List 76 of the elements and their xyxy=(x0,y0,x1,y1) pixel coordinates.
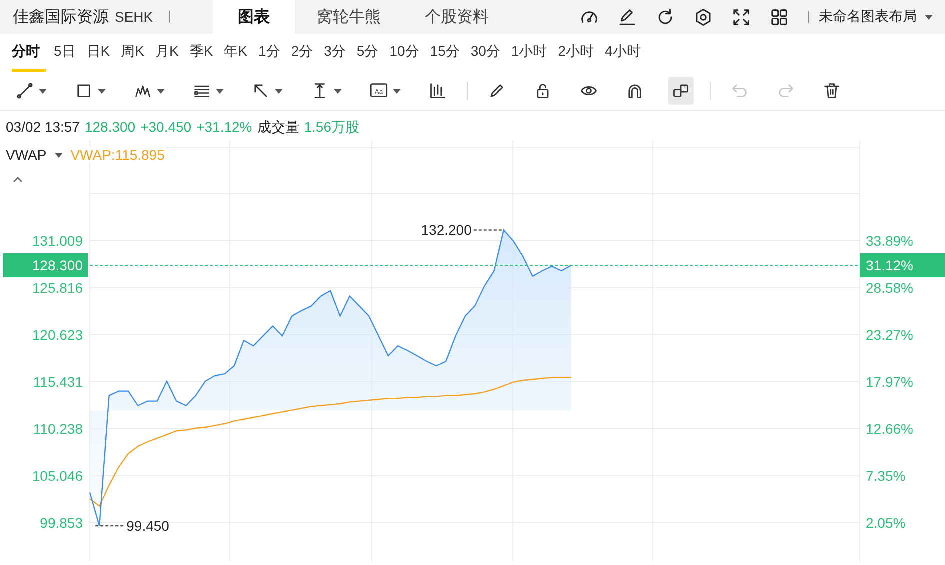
redo-icon xyxy=(777,82,795,100)
price-axis-label: 110.238 xyxy=(33,420,83,437)
indicator-name: VWAP xyxy=(6,147,47,163)
caret-icon xyxy=(334,88,342,94)
period-tab[interactable]: 5日 xyxy=(54,34,82,72)
trash-icon xyxy=(823,82,841,100)
percent-axis-label: 12.66% xyxy=(866,420,914,437)
tab[interactable]: 个股资料 xyxy=(403,0,511,34)
tab[interactable]: 图表 xyxy=(213,0,295,34)
stock-name: 佳鑫国际资源 xyxy=(13,8,109,28)
candles-icon xyxy=(429,82,447,100)
fullscreen-icon xyxy=(732,8,750,26)
period-tab[interactable]: 2小时 xyxy=(558,34,600,72)
leader-line xyxy=(95,526,124,527)
layout-dropdown[interactable]: 未命名图表布局 xyxy=(819,8,945,26)
magnet-icon xyxy=(626,82,644,100)
caret-icon[interactable] xyxy=(54,152,63,158)
link-tool[interactable] xyxy=(668,77,694,105)
period-tab[interactable]: 10分 xyxy=(390,34,426,72)
price-axis-label: 99.853 xyxy=(40,514,83,531)
percent-axis-label: 17.97% xyxy=(866,374,914,390)
low-price-label: 99.450 xyxy=(126,518,170,534)
caret-icon xyxy=(98,88,106,94)
pencil-icon xyxy=(488,82,506,100)
exchange-label: SEHK xyxy=(115,9,154,25)
period-tab[interactable]: 1分 xyxy=(258,34,286,72)
caret-icon xyxy=(216,88,224,94)
percent-axis-label: 28.58% xyxy=(866,280,914,296)
price-axis-label: 115.431 xyxy=(33,374,83,390)
rectangle-icon xyxy=(75,82,93,100)
caret-icon xyxy=(393,88,401,94)
caret-icon xyxy=(157,88,165,94)
last-price-label: 128.300 xyxy=(32,258,83,274)
percent-axis-label: 7.35% xyxy=(866,468,906,484)
period-tab[interactable]: 1小时 xyxy=(511,34,554,72)
link-icon xyxy=(672,82,690,100)
undo-icon xyxy=(731,82,749,100)
edit-icon xyxy=(618,8,636,26)
period-tab[interactable]: 15分 xyxy=(430,34,466,72)
grid-icon xyxy=(770,8,788,26)
arrow-icon xyxy=(252,82,270,100)
price-axis-label: 131.009 xyxy=(32,233,83,249)
percent-axis-label: 2.05% xyxy=(866,514,906,531)
period-tab[interactable]: 年K xyxy=(224,34,254,72)
settings-icon xyxy=(694,8,712,26)
leader-line xyxy=(473,230,502,231)
period-tab[interactable]: 周K xyxy=(121,34,150,72)
price-axis-label: 105.046 xyxy=(32,468,83,484)
chevron-up-icon[interactable] xyxy=(13,177,23,183)
quote-change: +30.450 xyxy=(140,119,192,137)
caret-icon xyxy=(925,14,933,20)
last-percent-label: 31.12% xyxy=(866,258,914,274)
period-tab[interactable]: 3分 xyxy=(324,34,352,72)
quote-time: 03/02 13:57 xyxy=(6,119,80,137)
period-tab[interactable]: 5分 xyxy=(356,34,385,72)
volume-label: 成交量 xyxy=(257,119,300,137)
indicator-value: VWAP:115.895 xyxy=(70,147,165,163)
period-tab[interactable]: 分时 xyxy=(12,34,46,72)
caret-icon xyxy=(39,88,47,94)
period-tab[interactable]: 月K xyxy=(155,34,185,72)
period-tab[interactable]: 日K xyxy=(86,34,116,72)
percent-axis-label: 33.89% xyxy=(866,233,914,249)
quote-change-percent: +31.12% xyxy=(196,119,252,137)
quote-price: 128.300 xyxy=(84,119,136,137)
tab[interactable]: 窝轮牛熊 xyxy=(295,0,403,34)
period-tab[interactable]: 季K xyxy=(190,34,220,72)
price-axis-label: 120.623 xyxy=(32,327,83,343)
period-tab[interactable]: 2分 xyxy=(291,34,320,72)
caret-icon xyxy=(275,88,283,94)
line-icon xyxy=(16,82,34,100)
percent-axis-label: 23.27% xyxy=(866,327,914,343)
high-price-label: 132.200 xyxy=(421,222,472,238)
price-axis-label: 125.816 xyxy=(32,280,83,296)
period-tab[interactable]: 4小时 xyxy=(605,34,647,72)
volume-value: 1.56万股 xyxy=(304,119,360,137)
period-tab[interactable]: 30分 xyxy=(470,34,506,72)
